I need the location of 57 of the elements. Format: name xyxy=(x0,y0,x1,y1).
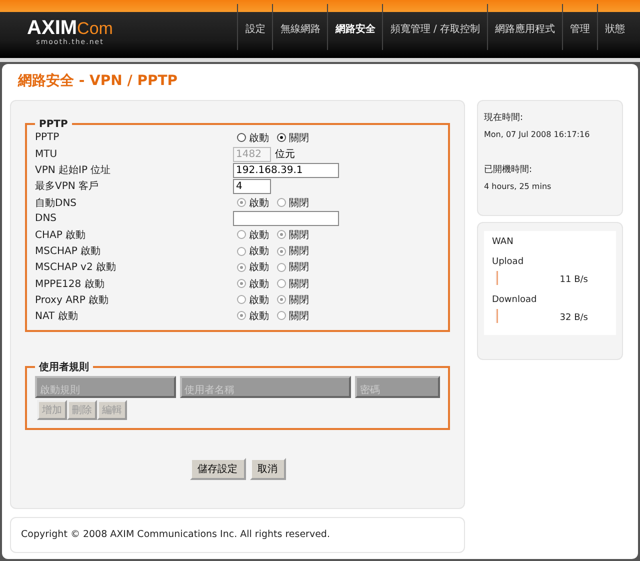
radio-label: 關閉 xyxy=(289,310,309,323)
field-label: Proxy ARP 啟動 xyxy=(35,294,110,307)
group-title: PPTP xyxy=(38,118,69,130)
radio-label: 關閉 xyxy=(289,261,309,274)
uptime-value: 4 hours, 25 mins xyxy=(484,182,552,191)
nav-tab[interactable]: 頻寬管理 / 存取控制 xyxy=(382,4,487,50)
nav-tab[interactable]: 狀態 xyxy=(597,4,632,50)
logo-text: AXIMCom xyxy=(27,18,113,38)
input-field[interactable]: 192.168.39.1 xyxy=(233,162,339,178)
radio-label: 啟動 xyxy=(249,228,269,242)
nav-tab[interactable]: 無線網路 xyxy=(272,4,328,50)
field-label: MSCHAP 啟動 xyxy=(35,245,102,258)
nav-tab[interactable]: 網路安全 xyxy=(327,4,382,50)
wan-title: WAN xyxy=(492,236,514,247)
input-field[interactable]: 4 xyxy=(233,178,271,194)
radio-label: 啟動 xyxy=(249,245,269,258)
radio-button[interactable] xyxy=(277,133,286,142)
radio-label: 關閉 xyxy=(289,245,309,258)
field-label: CHAP 啟動 xyxy=(35,228,87,242)
nav-tab[interactable]: 管理 xyxy=(562,4,597,50)
group-title: 使用者規則 xyxy=(38,360,90,374)
field-label: MTU xyxy=(35,148,58,160)
radio-label: 啟動 xyxy=(249,261,269,274)
radio-label: 關閉 xyxy=(289,278,309,291)
time-value: Mon, 07 Jul 2008 16:17:16 xyxy=(484,130,591,139)
time-label: 現在時間: xyxy=(484,112,524,124)
radio-label: 關閉 xyxy=(289,196,309,210)
field-label: DNS xyxy=(35,213,58,224)
meter-label: Upload xyxy=(492,256,525,267)
page-title: 網路安全 - VPN / PPTP xyxy=(18,72,179,90)
field-label: VPN 起始IP 位址 xyxy=(35,164,112,178)
meter-reading: 32 B/s xyxy=(558,312,588,323)
copyright-text: Copyright © 2008 AXIM Communications Inc. All rights reserved. xyxy=(21,529,330,540)
field-label: MSCHAP v2 啟動 xyxy=(35,261,117,274)
radio-label: 啟動 xyxy=(249,310,269,323)
unit-label: 位元 xyxy=(275,148,295,162)
uptime-label: 已開機時間: xyxy=(484,164,534,176)
field-label: 最多VPN 客戶 xyxy=(35,180,100,194)
cancel-button[interactable]: 取消 xyxy=(250,458,286,480)
field-label: MPPE128 啟動 xyxy=(35,278,106,291)
meter-reading: 11 B/s xyxy=(558,274,588,285)
nav-tab[interactable]: 網路應用程式 xyxy=(487,4,562,50)
input-field[interactable] xyxy=(233,211,339,226)
radio-label: 啟動 xyxy=(249,132,269,145)
field-label: PPTP xyxy=(35,132,60,144)
radio-button[interactable] xyxy=(237,133,246,142)
field-label: NAT 啟動 xyxy=(35,310,79,323)
radio-label: 啟動 xyxy=(249,278,269,291)
field-label: 自動DNS xyxy=(35,196,78,210)
radio-label: 啟動 xyxy=(249,196,269,210)
radio-label: 關閉 xyxy=(289,228,309,242)
meter-label: Download xyxy=(492,294,538,305)
radio-label: 啟動 xyxy=(249,294,269,307)
nav-tab[interactable]: 設定 xyxy=(237,4,272,50)
save-button[interactable]: 儲存設定 xyxy=(190,458,246,480)
radio-label: 關閉 xyxy=(289,294,309,307)
radio-label: 關閉 xyxy=(289,132,309,145)
